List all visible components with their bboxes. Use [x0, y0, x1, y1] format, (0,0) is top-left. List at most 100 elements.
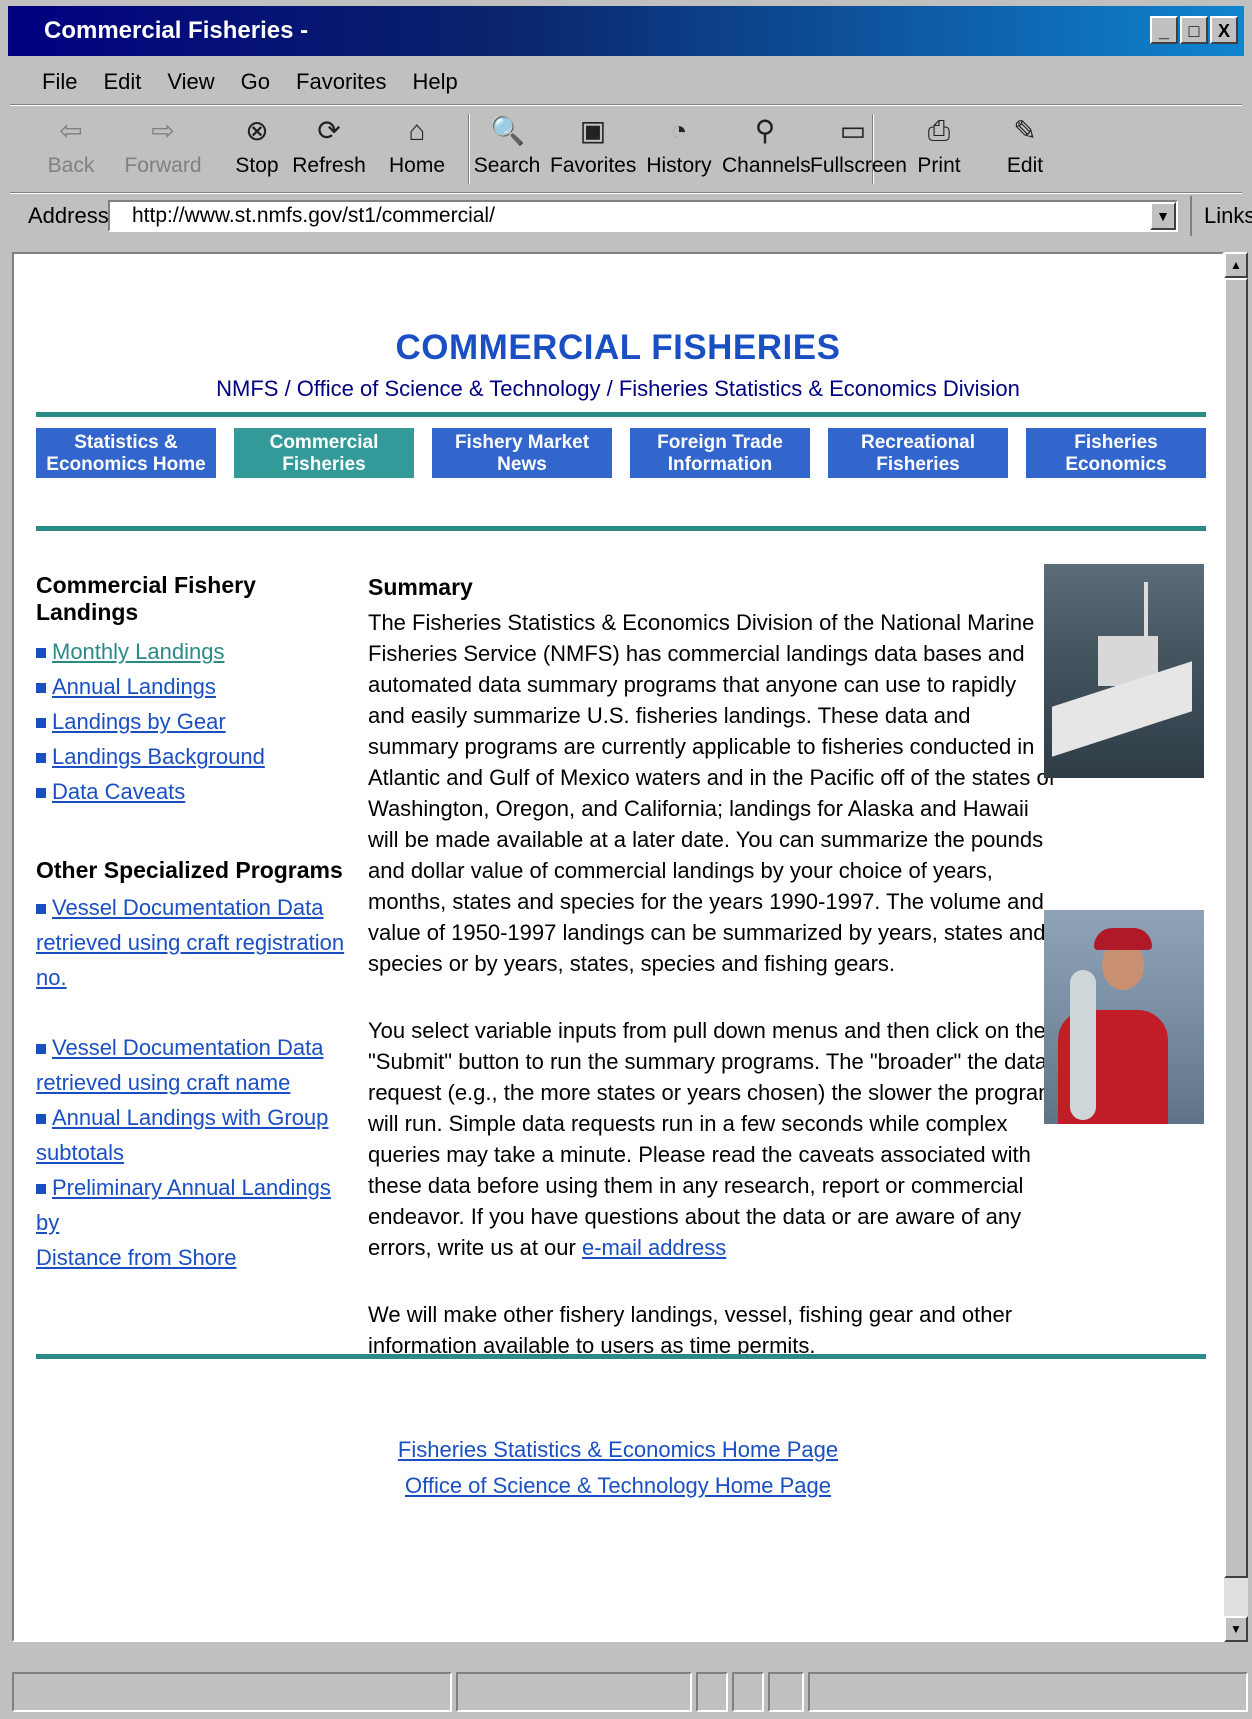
scroll-thumb[interactable] — [1224, 278, 1248, 1578]
close-button[interactable]: X — [1210, 16, 1238, 44]
nav-label-line2: News — [497, 454, 547, 475]
edit-label: Edit — [1006, 154, 1044, 177]
nav-label-line2: Information — [667, 454, 773, 475]
favorites-label: Favorites — [550, 154, 637, 177]
annual-group-subtotals-link[interactable]: Annual Landings with Group — [52, 1105, 328, 1130]
vessel-doc-registration-link-cont[interactable]: retrieved using craft registration no. — [36, 930, 344, 990]
print-button[interactable]: ⎙ Print — [896, 110, 982, 188]
nav-stats-econ-home[interactable]: Statistics & Economics Home — [36, 428, 216, 478]
fse-home-link[interactable]: Fisheries Statistics & Economics Home Pa… — [398, 1437, 838, 1462]
refresh-icon: ⟳ — [317, 115, 341, 146]
browser-window: Commercial Fisheries - _ □ X File Edit V… — [0, 0, 1252, 1719]
minimize-button[interactable]: _ — [1150, 16, 1178, 44]
chevron-up-icon: ▲ — [1230, 258, 1242, 272]
channels-label: Channels — [722, 154, 811, 177]
vessel-doc-craft-name-link[interactable]: Vessel Documentation Data — [52, 1035, 324, 1060]
edit-icon: ✎ — [1013, 115, 1037, 146]
address-input[interactable]: http://www.st.nmfs.gov/st1/commercial/ ▼ — [108, 200, 1178, 232]
menu-go[interactable]: Go — [241, 64, 270, 100]
status-panel-main — [12, 1672, 452, 1712]
back-button[interactable]: ⇦ Back — [28, 110, 114, 188]
nav-label-line2: Fisheries — [282, 454, 366, 475]
vessel-doc-registration-link[interactable]: Vessel Documentation Data — [52, 895, 324, 920]
menu-favorites[interactable]: Favorites — [296, 64, 386, 100]
list-item: Landings by Gear — [36, 704, 346, 739]
status-panel — [732, 1672, 764, 1712]
summary-section: Summary The Fisheries Statistics & Econo… — [368, 572, 1058, 1361]
menu-help[interactable]: Help — [413, 64, 458, 100]
summary-heading: Summary — [368, 574, 473, 600]
list-item: Preliminary Annual Landings by — [36, 1170, 346, 1240]
forward-button[interactable]: ⇨ Forward — [120, 110, 206, 188]
nav-label-line1: Fisheries — [1074, 432, 1158, 453]
address-url: http://www.st.nmfs.gov/st1/commercial/ — [132, 204, 495, 227]
left-sidebar: Commercial Fishery Landings Monthly Land… — [36, 572, 346, 1275]
page-title: COMMERCIAL FISHERIES — [395, 328, 841, 367]
list-item-continuation: subtotals — [36, 1135, 346, 1170]
nav-fishery-market-news[interactable]: Fishery Market News — [432, 428, 612, 478]
search-button[interactable]: 🔍 Search — [464, 110, 550, 188]
bullet-icon — [36, 1044, 46, 1055]
nav-label-line1: Recreational — [860, 432, 976, 453]
bullet-icon — [36, 1184, 46, 1195]
nav-commercial-fisheries[interactable]: Commercial Fisheries — [234, 428, 414, 478]
ost-home-link[interactable]: Office of Science & Technology Home Page — [405, 1473, 831, 1498]
summary-paragraph-2-text: You select variable inputs from pull dow… — [368, 1018, 1057, 1260]
data-caveats-link[interactable]: Data Caveats — [52, 779, 185, 804]
scroll-up-button[interactable]: ▲ — [1224, 252, 1248, 278]
links-button[interactable]: Links — [1190, 196, 1252, 236]
menu-edit[interactable]: Edit — [103, 64, 141, 100]
channels-button[interactable]: ⚲ Channels — [722, 110, 811, 188]
favorites-button[interactable]: ▣ Favorites — [550, 110, 636, 188]
maximize-button[interactable]: □ — [1180, 16, 1208, 44]
status-bar — [12, 1672, 1248, 1712]
toolbar: ⇦ Back ⇨ Forward ⊗ Stop ⟳ Refresh ⌂ Home… — [14, 108, 1240, 190]
summary-paragraph-3: We will make other fishery landings, ves… — [368, 1302, 1013, 1358]
landings-by-gear-link[interactable]: Landings by Gear — [52, 709, 226, 734]
address-dropdown-button[interactable]: ▼ — [1150, 202, 1176, 230]
chevron-down-icon: ▼ — [1230, 1622, 1242, 1636]
history-button[interactable]: ◔ History — [636, 110, 722, 188]
landings-list: Monthly Landings Annual Landings Landing… — [36, 634, 346, 809]
bullet-icon — [36, 904, 46, 915]
nav-recreational-fisheries[interactable]: Recreational Fisheries — [828, 428, 1008, 478]
prelim-distance-shore-link[interactable]: Preliminary Annual Landings by — [36, 1175, 331, 1235]
vertical-scrollbar[interactable]: ▲ ▼ — [1224, 252, 1248, 1642]
email-address-link[interactable]: e-mail address — [582, 1235, 726, 1260]
nav-label-line1: Fishery Market — [454, 432, 590, 453]
edit-button[interactable]: ✎ Edit — [982, 110, 1068, 188]
scroll-down-button[interactable]: ▼ — [1224, 1616, 1248, 1642]
home-button[interactable]: ⌂ Home — [374, 110, 460, 188]
annual-landings-link[interactable]: Annual Landings — [52, 674, 216, 699]
nav-foreign-trade[interactable]: Foreign Trade Information — [630, 428, 810, 478]
programs-heading: Other Specialized Programs — [36, 857, 343, 883]
menu-bar: File Edit View Go Favorites Help — [14, 64, 458, 100]
refresh-button[interactable]: ⟳ Refresh — [286, 110, 372, 188]
menu-file[interactable]: File — [42, 64, 77, 100]
vessel-doc-craft-name-link-cont[interactable]: retrieved using craft name — [36, 1070, 290, 1095]
fullscreen-button[interactable]: ▭ Fullscreen — [810, 110, 907, 188]
list-item: Annual Landings — [36, 669, 346, 704]
footer-links: Fisheries Statistics & Economics Home Pa… — [14, 1432, 1222, 1504]
annual-group-subtotals-link-cont[interactable]: subtotals — [36, 1140, 124, 1165]
top-divider — [36, 412, 1206, 417]
menu-view[interactable]: View — [167, 64, 214, 100]
landings-background-link[interactable]: Landings Background — [52, 744, 265, 769]
nav-fisheries-economics[interactable]: Fisheries Economics — [1026, 428, 1206, 478]
status-panel — [456, 1672, 692, 1712]
nav-label-line1: Foreign Trade — [657, 432, 783, 453]
bullet-icon — [36, 718, 46, 729]
window-title: Commercial Fisheries - — [44, 17, 309, 44]
fullscreen-label: Fullscreen — [810, 154, 907, 177]
nav-label-line2: Economics Home — [46, 454, 206, 475]
monthly-landings-link[interactable]: Monthly Landings — [52, 639, 224, 664]
back-arrow-icon: ⇦ — [59, 115, 83, 146]
prelim-distance-shore-link-cont[interactable]: Distance from Shore — [36, 1245, 237, 1270]
list-item-continuation: retrieved using craft name — [36, 1065, 346, 1100]
back-label: Back — [47, 154, 95, 177]
status-panel-zone — [808, 1672, 1248, 1712]
list-item: Monthly Landings — [36, 634, 346, 669]
refresh-label: Refresh — [292, 154, 366, 177]
home-icon: ⌂ — [408, 115, 426, 146]
bottom-divider — [36, 1354, 1206, 1359]
